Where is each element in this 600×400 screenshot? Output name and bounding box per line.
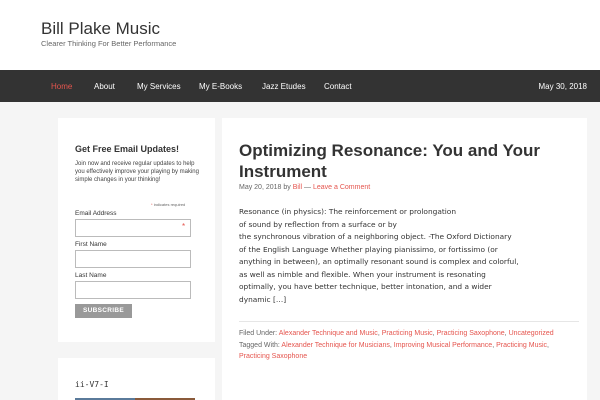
post-meta: May 20, 2018 by Bill — Leave a Comment bbox=[239, 184, 370, 191]
post-title[interactable]: Optimizing Resonance: You and Your Instr… bbox=[239, 140, 579, 182]
excerpt-line: anything in between), an optimally reson… bbox=[239, 257, 519, 266]
site-description: Clearer Thinking For Better Performance bbox=[41, 39, 177, 48]
email-field[interactable] bbox=[75, 219, 191, 237]
tagged-with: Tagged With: Alexander Technique for Mus… bbox=[239, 341, 549, 361]
tag-link[interactable]: Practicing Saxophone bbox=[239, 353, 307, 360]
post-footer: Filed Under: Alexander Technique and Mus… bbox=[239, 328, 579, 363]
widget-title: ii-V7-I bbox=[75, 380, 109, 389]
meta-separator: — bbox=[304, 184, 312, 191]
widget-title: Get Free Email Updates! bbox=[75, 144, 180, 154]
first-name-field[interactable] bbox=[75, 250, 191, 268]
excerpt-line: optimally, you have better technique, be… bbox=[239, 282, 492, 291]
nav-item-my-services[interactable]: My Services bbox=[137, 82, 181, 91]
leave-comment-link[interactable]: Leave a Comment bbox=[313, 184, 370, 191]
site-title[interactable]: Bill Plake Music bbox=[41, 19, 160, 39]
email-signup-widget: Get Free Email Updates! Join now and rec… bbox=[58, 118, 215, 342]
excerpt-line: Resonance (in physics): The reinforcemen… bbox=[239, 207, 457, 216]
ii-v7-i-widget: ii-V7-I bbox=[58, 358, 215, 400]
nav-item-contact[interactable]: Contact bbox=[324, 82, 352, 91]
last-name-label: Last Name bbox=[75, 272, 107, 279]
last-name-field[interactable] bbox=[75, 281, 191, 299]
excerpt-line: as well as nimble and flexible. When you… bbox=[239, 269, 486, 279]
filed-under-label: Filed Under: bbox=[239, 330, 278, 337]
post-by: by bbox=[283, 184, 291, 191]
filed-under: Filed Under: Alexander Technique and Mus… bbox=[239, 330, 554, 337]
category-link[interactable]: Practicing Saxophone bbox=[437, 330, 505, 337]
email-label: Email Address bbox=[75, 210, 117, 217]
nav-item-jazz-etudes[interactable]: Jazz Etudes bbox=[262, 82, 306, 91]
tag-link[interactable]: Practicing Music bbox=[496, 342, 547, 349]
category-link[interactable]: Alexander Technique and Music bbox=[279, 330, 378, 337]
nav-item-about[interactable]: About bbox=[94, 82, 115, 91]
tag-link[interactable]: Alexander Technique for Musicians bbox=[281, 342, 389, 349]
nav-item-home[interactable]: Home bbox=[51, 82, 72, 91]
required-asterisk: * bbox=[182, 222, 186, 231]
post-card: Optimizing Resonance: You and Your Instr… bbox=[222, 118, 587, 400]
excerpt-line: dynamic […] bbox=[239, 294, 287, 304]
required-note: * indicates required bbox=[151, 202, 186, 207]
first-name-label: First Name bbox=[75, 241, 107, 248]
subscribe-button[interactable]: SUBSCRIBE bbox=[75, 304, 132, 318]
category-link[interactable]: Uncategorized bbox=[509, 330, 554, 337]
widget-description: Join now and receive regular updates to … bbox=[75, 161, 199, 184]
divider bbox=[239, 321, 579, 322]
nav-item-my-ebooks[interactable]: My E-Books bbox=[199, 82, 242, 91]
category-link[interactable]: Practicing Music bbox=[382, 330, 433, 337]
post-author-link[interactable]: Bill bbox=[293, 184, 302, 191]
main-nav: Home About My Services My E-Books Jazz E… bbox=[0, 70, 600, 102]
post-excerpt: Resonance (in physics): The reinforcemen… bbox=[239, 206, 585, 306]
tagged-with-label: Tagged With: bbox=[239, 341, 280, 349]
nav-date: May 30, 2018 bbox=[538, 82, 587, 91]
excerpt-line: of sound by reflection from a surface or… bbox=[239, 219, 397, 229]
excerpt-line: the synchronous vibration of a neighbori… bbox=[239, 232, 512, 241]
tag-link[interactable]: Improving Musical Performance bbox=[394, 342, 492, 349]
excerpt-line: of the English Language Whether playing … bbox=[239, 244, 498, 254]
post-date: May 20, 2018 bbox=[239, 184, 282, 191]
site-header: Bill Plake Music Clearer Thinking For Be… bbox=[0, 0, 600, 70]
